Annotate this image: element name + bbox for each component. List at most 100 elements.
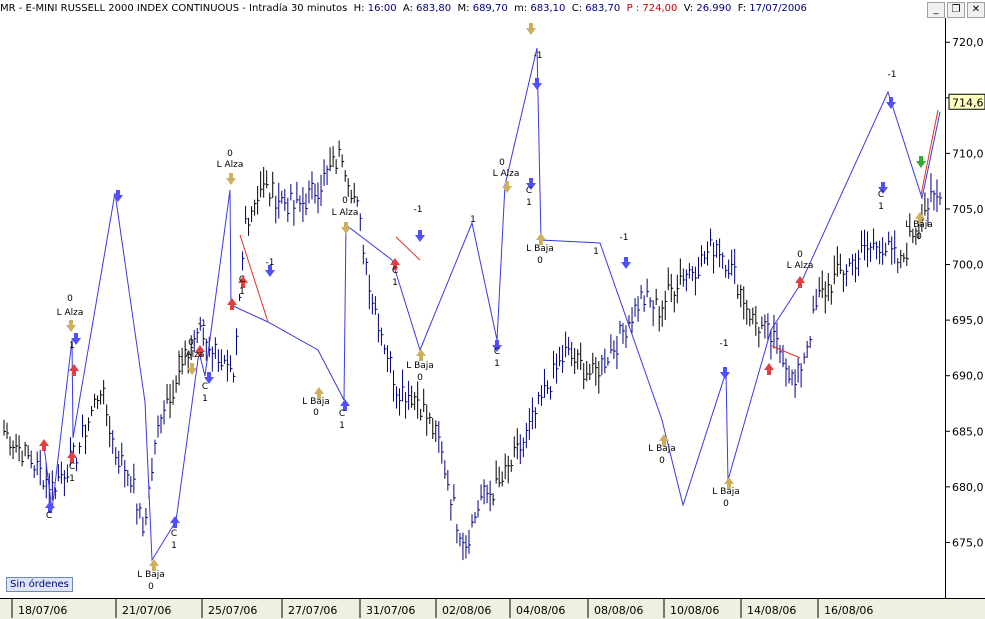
signal-annotation-label: 1 — [392, 278, 398, 288]
blue-signal-arrow — [621, 257, 631, 269]
signal-annotation-label: L Baja — [302, 397, 330, 407]
date-tick-label: 16/08/06 — [824, 604, 873, 617]
signal-annotation-label: -1 — [266, 258, 275, 268]
signal-annotation-label: 1 — [69, 474, 75, 484]
date-tick-label: 31/07/06 — [366, 604, 415, 617]
green-signal-arrow — [916, 156, 926, 168]
signal-annotation-label: L Baja — [526, 244, 554, 254]
signal-annotation-label: 1 — [878, 202, 884, 212]
signal-annotation-label: 1 — [494, 359, 500, 369]
signal-annotation-label: 1 — [69, 341, 75, 351]
signal-annotation-label: L Alza — [57, 308, 84, 318]
red-signal-arrow — [227, 298, 237, 310]
red-trend-line — [920, 109, 939, 196]
red-signal-arrow — [764, 363, 774, 375]
price-axis-ticks: 675,0 680,0 685,0 690,0 695,0 700,0 705,0 710,0… — [945, 36, 984, 549]
signal-arrows — [39, 23, 926, 571]
signal-annotation-label: -1 — [534, 51, 543, 61]
price-bars — [3, 140, 942, 561]
signal-annotation-label: L Alza — [493, 169, 520, 179]
blue-signal-arrow — [720, 367, 730, 379]
exit-arrow — [416, 349, 426, 361]
signal-annotation-label: 0 — [417, 373, 423, 383]
signal-annotation-label: C — [392, 266, 398, 276]
signal-annotation-label: L Baja — [406, 361, 434, 371]
price-tick-label: 695,0 — [952, 314, 984, 327]
last-price-label: 714,6 — [952, 96, 984, 109]
exit-arrow — [526, 23, 536, 35]
signal-annotation-label: 1 — [171, 541, 177, 551]
signal-annotation-label: L Baja — [712, 487, 740, 497]
chart-window[interactable]: MR - E-MINI RUSSELL 2000 INDEX CONTINUOU… — [0, 0, 985, 619]
exit-arrow — [502, 181, 512, 193]
blue-signal-arrow — [113, 190, 123, 202]
signal-annotation-label: 1 — [593, 247, 599, 257]
signal-annotation-label: 0 — [342, 196, 348, 206]
date-tick-label: 25/07/06 — [208, 604, 257, 617]
zigzag-swing-line — [43, 47, 941, 562]
price-chart[interactable]: 0L Alza1C1CL Baja0C10L Alza-10L AlzaC1C1… — [0, 0, 985, 618]
signal-annotation-label: L Alza — [217, 160, 244, 170]
signal-annotation-label: 0 — [499, 158, 505, 168]
price-tick-label: 705,0 — [952, 203, 984, 216]
price-tick-label: 710,0 — [952, 147, 984, 160]
signal-annotation-label: 1 — [470, 215, 476, 225]
last-price-marker: 714,6 — [948, 93, 985, 110]
red-trend-line — [395, 236, 421, 261]
signal-annotation-label: C — [494, 347, 500, 357]
signal-annotation-label: L Alza — [787, 261, 814, 271]
blue-signal-arrow — [886, 97, 896, 109]
signal-annotation-label: -1 — [720, 339, 729, 349]
date-tick-label: 21/07/06 — [122, 604, 171, 617]
signal-annotation-label: L Alza — [178, 350, 205, 360]
signal-annotation-label: C — [339, 409, 345, 419]
exit-arrow — [226, 173, 236, 185]
signal-annotation-label: -1 — [620, 233, 629, 243]
signal-annotation-label: 0 — [227, 149, 233, 159]
signal-annotation-label: 0 — [659, 456, 665, 466]
signal-annotation-label: -1 — [198, 319, 207, 329]
signal-annotation-label: 0 — [67, 294, 73, 304]
signal-annotation-label: 0 — [148, 582, 154, 592]
red-signal-arrow — [39, 439, 49, 451]
date-tick-label: 18/07/06 — [18, 604, 67, 617]
signal-annotations: 0L Alza1C1CL Baja0C10L Alza-10L AlzaC1C1… — [46, 51, 933, 592]
signal-annotation-label: 0 — [916, 232, 922, 242]
date-axis-ticks: 18/07/06 21/07/06 25/07/06 27/07/06 31/07/06… — [11, 599, 873, 618]
signal-annotation-label: -1 — [888, 70, 897, 80]
orders-status[interactable]: Sin órdenes — [6, 577, 73, 592]
signal-annotation-label: 1 — [526, 198, 532, 208]
price-tick-label: 720,0 — [952, 36, 984, 49]
signal-annotation-label: L Baja — [905, 220, 933, 230]
signal-annotation-label: 1 — [202, 394, 208, 404]
exit-arrow — [66, 320, 76, 332]
signal-annotation-label: C — [239, 275, 245, 285]
exit-arrow — [341, 222, 351, 234]
signal-annotation-label: 0 — [537, 256, 543, 266]
signal-annotation-label: 0 — [313, 408, 319, 418]
signal-annotation-label: -1 — [414, 205, 423, 215]
signal-annotation-label: 0 — [188, 338, 194, 348]
blue-signal-arrow — [170, 516, 180, 528]
price-tick-label: 675,0 — [952, 536, 984, 549]
red-signal-arrow — [69, 364, 79, 376]
signal-annotation-label: L Baja — [137, 570, 165, 580]
date-tick-label: 04/08/06 — [516, 604, 565, 617]
signal-annotation-label: L Baja — [648, 444, 676, 454]
zigzag-lines — [43, 47, 941, 562]
signal-annotation-label: C — [69, 462, 75, 472]
signal-annotation-label: C — [202, 382, 208, 392]
signal-annotation-label: 0 — [797, 250, 803, 260]
signal-annotation-label: C — [526, 186, 532, 196]
date-tick-label: 08/08/06 — [594, 604, 643, 617]
blue-signal-arrow — [532, 78, 542, 90]
price-tick-label: 700,0 — [952, 259, 984, 272]
price-tick-label: 690,0 — [952, 370, 984, 383]
price-tick-label: 680,0 — [952, 481, 984, 494]
date-tick-label: 10/08/06 — [670, 604, 719, 617]
price-tick-label: 685,0 — [952, 425, 984, 438]
signal-annotation-label: 1 — [239, 287, 245, 297]
signal-annotation-label: 0 — [723, 499, 729, 509]
signal-annotation-label: C — [171, 529, 177, 539]
signal-annotation-label: C — [878, 190, 884, 200]
